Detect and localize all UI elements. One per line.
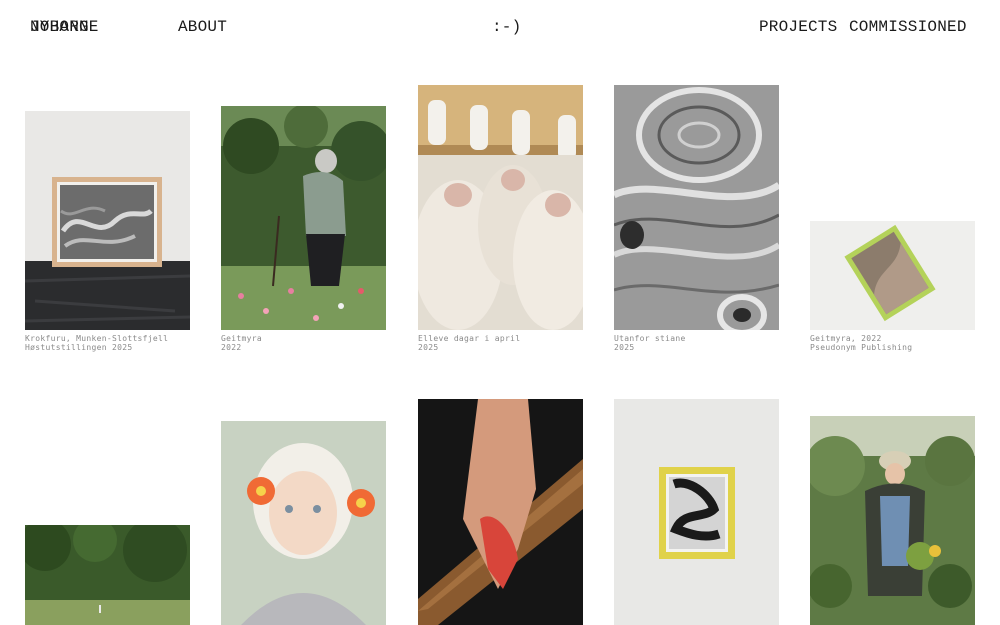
caption-title: Elleve dagar i april [418, 334, 521, 343]
caption-subtitle: 2025 [418, 343, 439, 352]
woman-in-garden-image [810, 416, 975, 625]
project-thumbnail-landscape[interactable] [25, 525, 190, 625]
caption-geitmyra-book: Geitmyra, 2022 Pseudonym Publishing [810, 334, 912, 352]
caption-subtitle: 2022 [221, 343, 242, 352]
project-thumbnail-geitmyra-book[interactable] [810, 221, 975, 330]
woman-in-meadow-image [221, 106, 386, 330]
project-thumbnail-utanfor-stiane[interactable] [614, 85, 779, 330]
caption-utanfor-stiane: Utanfor stiane 2025 [614, 334, 686, 352]
nav-commissioned-link[interactable]: COMMISSIONED [849, 18, 967, 36]
wood-grain-image [614, 85, 779, 330]
caption-title: Geitmyra, 2022 [810, 334, 882, 343]
site-title-line2: NYBORG [30, 18, 89, 36]
hand-on-rail-image [418, 399, 583, 625]
caption-title: Krokfuru, Munken-Slottsfjell [25, 334, 169, 343]
top-navigation: JOHANNE NYBORG ABOUT :-) PROJECTS COMMIS… [0, 0, 1000, 60]
child-portrait-image [221, 421, 386, 625]
project-thumbnail-garden[interactable] [810, 416, 975, 625]
project-thumbnail-geitmyra[interactable] [221, 106, 386, 330]
caption-geitmyra: Geitmyra 2022 [221, 334, 262, 352]
project-thumbnail-hand[interactable] [418, 399, 583, 625]
nav-smiley-link[interactable]: :-) [492, 18, 521, 36]
nav-projects-link[interactable]: PROJECTS [759, 18, 837, 36]
caption-subtitle: Høstutstillingen 2025 [25, 343, 133, 352]
caption-subtitle: Pseudonym Publishing [810, 343, 913, 352]
caption-elleve-dagar: Elleve dagar i april 2025 [418, 334, 520, 352]
forest-clearing-image [25, 525, 190, 625]
photobook-image [810, 221, 975, 330]
nav-about-link[interactable]: ABOUT [178, 18, 227, 36]
project-thumbnail-elleve-dagar[interactable] [418, 85, 583, 330]
project-thumbnail-krokfuru[interactable] [25, 111, 190, 330]
project-thumbnail-yellow-frame[interactable] [614, 399, 779, 625]
framed-artwork-image [25, 111, 190, 330]
caption-subtitle: 2025 [614, 343, 635, 352]
caption-krokfuru: Krokfuru, Munken-Slottsfjell Høstutstill… [25, 334, 168, 352]
caption-title: Utanfor stiane [614, 334, 686, 343]
lambs-feeding-image [418, 85, 583, 330]
caption-title: Geitmyra [221, 334, 262, 343]
project-thumbnail-child-portrait[interactable] [221, 421, 386, 625]
framed-photo-on-wall-image [614, 399, 779, 625]
